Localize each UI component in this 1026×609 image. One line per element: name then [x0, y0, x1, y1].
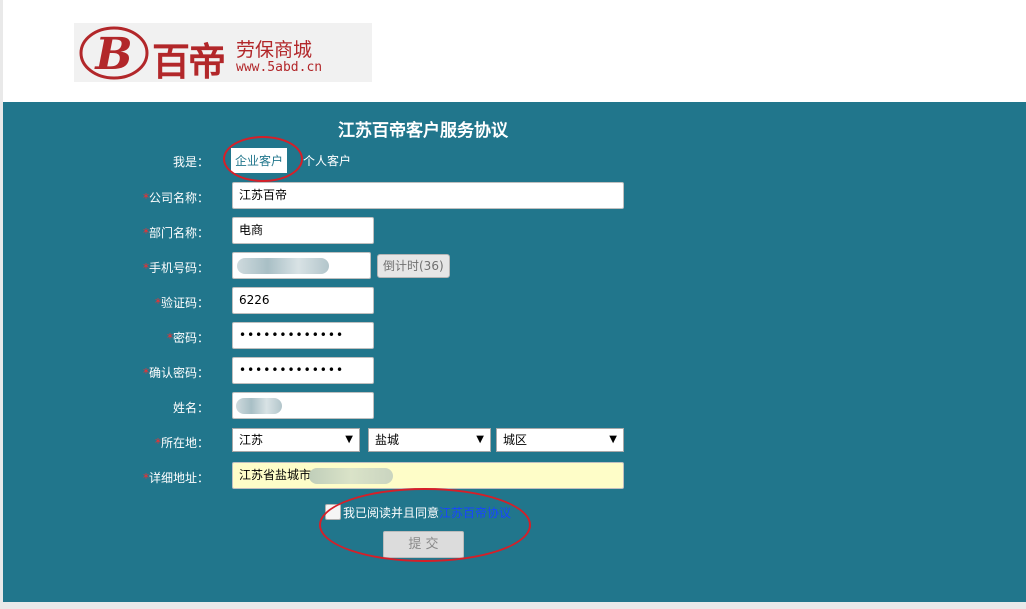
chevron-down-icon: ▼: [476, 434, 484, 445]
form-title: 江苏百帝客户服务协议: [338, 121, 508, 141]
agree-text: 我已阅读并且同意江苏百帝协议: [343, 506, 512, 520]
chevron-down-icon: ▼: [345, 434, 353, 445]
code-label: *验证码：: [154, 296, 209, 310]
redacted-phone: [237, 258, 329, 274]
phone-label: *手机号码：: [142, 261, 209, 275]
logo-tagline: 劳保商城: [236, 39, 313, 61]
agreement-link[interactable]: 江苏百帝协议: [439, 506, 511, 520]
company-label: *公司名称：: [142, 191, 209, 205]
department-input[interactable]: 电商: [232, 217, 374, 244]
logo-b-icon: B: [79, 26, 149, 80]
department-label: *部门名称：: [142, 226, 209, 240]
redacted-address: [309, 468, 393, 484]
address-label: *详细地址：: [142, 471, 209, 485]
redacted-name: [236, 398, 282, 414]
confirm-password-input[interactable]: •••••••••••••: [232, 357, 374, 384]
name-input[interactable]: [232, 392, 374, 419]
city-select[interactable]: 盐城 ▼: [368, 428, 491, 452]
identity-option-business[interactable]: 企业客户: [231, 148, 288, 173]
header-bar: B 百帝 劳保商城 www.5abd.cn: [3, 0, 1026, 102]
confirm-password-label: *确认密码：: [142, 366, 209, 380]
password-label: *密码：: [166, 331, 209, 345]
identity-label: 我是：: [172, 155, 209, 169]
logo-name: 百帝: [152, 39, 226, 84]
location-label: *所在地：: [154, 436, 209, 450]
province-select[interactable]: 江苏 ▼: [232, 428, 360, 452]
logo-url: www.5abd.cn: [236, 60, 323, 75]
address-input[interactable]: 江苏省盐城市: [232, 462, 624, 489]
district-select[interactable]: 城区 ▼: [496, 428, 624, 452]
registration-panel: 江苏百帝客户服务协议 我是： 企业客户 个人客户 *公司名称： 江苏百帝 *部门…: [3, 102, 1026, 602]
password-input[interactable]: •••••••••••••: [232, 322, 374, 349]
svg-text:B: B: [93, 29, 132, 80]
agree-checkbox[interactable]: [325, 504, 341, 520]
chevron-down-icon: ▼: [609, 434, 617, 445]
submit-button[interactable]: 提 交: [383, 531, 464, 558]
phone-input[interactable]: [232, 252, 371, 279]
code-input[interactable]: 6226: [232, 287, 374, 314]
identity-option-personal[interactable]: 个人客户: [303, 152, 351, 169]
name-label: 姓名：: [172, 401, 209, 415]
company-input[interactable]: 江苏百帝: [232, 182, 624, 209]
countdown-button[interactable]: 倒计时(36): [377, 254, 450, 278]
site-logo[interactable]: B 百帝 劳保商城 www.5abd.cn: [74, 23, 372, 84]
